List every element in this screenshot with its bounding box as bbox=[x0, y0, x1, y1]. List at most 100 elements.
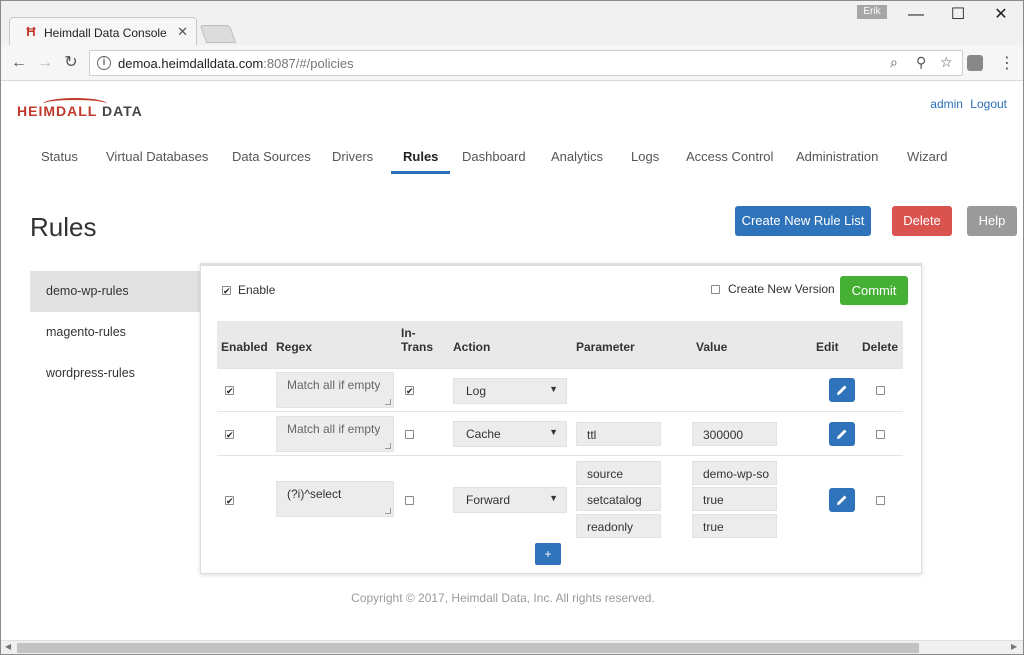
resize-grip-icon[interactable] bbox=[385, 508, 391, 514]
page-content: HEIMDALL DATA admin Logout Status Virtua… bbox=[1, 82, 1023, 640]
title-bar: Ħ Heimdall Data Console ✕ Erik — ☐ ✕ bbox=[1, 1, 1023, 47]
edit-button[interactable] bbox=[829, 488, 855, 512]
enable-label: Enable bbox=[238, 283, 276, 297]
scroll-left-icon[interactable]: ◀ bbox=[5, 642, 11, 651]
scrollbar-thumb[interactable] bbox=[17, 643, 919, 653]
action-select[interactable]: Cache ▼ bbox=[453, 421, 567, 447]
col-value: Value bbox=[696, 340, 728, 354]
help-button[interactable]: Help bbox=[967, 206, 1017, 236]
regex-value: (?i)^select bbox=[287, 487, 342, 501]
row-delete-checkbox[interactable] bbox=[876, 430, 885, 439]
tab-data-sources[interactable]: Data Sources bbox=[232, 140, 311, 174]
enable-checkbox[interactable]: ✔ bbox=[222, 286, 231, 296]
close-window-icon[interactable]: ✕ bbox=[981, 5, 1021, 25]
resize-grip-icon[interactable] bbox=[385, 399, 391, 405]
maximize-icon[interactable]: ☐ bbox=[938, 5, 978, 25]
value-input[interactable]: 300000 bbox=[692, 422, 777, 446]
action-value: Forward bbox=[466, 493, 511, 507]
browser-window: Ħ Heimdall Data Console ✕ Erik — ☐ ✕ ← →… bbox=[0, 0, 1024, 655]
pencil-icon bbox=[837, 495, 847, 505]
row-in-trans-checkbox[interactable] bbox=[405, 430, 414, 439]
tab-dashboard[interactable]: Dashboard bbox=[462, 140, 526, 174]
row-in-trans-checkbox[interactable]: ✔ bbox=[405, 386, 414, 396]
chevron-down-icon: ▼ bbox=[549, 427, 558, 437]
zoom-icon[interactable]: ⌕ bbox=[890, 54, 898, 71]
tab-analytics[interactable]: Analytics bbox=[551, 140, 603, 174]
tab-access-control[interactable]: Access Control bbox=[686, 140, 773, 174]
browser-tab[interactable]: Ħ Heimdall Data Console ✕ bbox=[9, 17, 197, 47]
col-enabled: Enabled bbox=[221, 340, 268, 354]
regex-textarea[interactable]: Match all if empty bbox=[276, 372, 394, 408]
edit-button[interactable] bbox=[829, 378, 855, 402]
row-enabled-checkbox[interactable]: ✔ bbox=[225, 430, 234, 440]
bookmark-star-icon[interactable]: ☆ bbox=[940, 54, 953, 71]
parameter-input[interactable]: readonly bbox=[576, 514, 661, 538]
value-input[interactable]: true bbox=[692, 487, 777, 511]
extension-icon[interactable] bbox=[967, 55, 983, 71]
chevron-down-icon: ▼ bbox=[549, 384, 558, 394]
parameter-input[interactable]: ttl bbox=[576, 422, 661, 446]
horizontal-scrollbar[interactable]: ◀ ▶ bbox=[1, 640, 1023, 654]
parameter-input[interactable]: source bbox=[576, 461, 661, 485]
col-delete: Delete bbox=[862, 340, 899, 354]
rules-panel: ✔ Enable Create New Version Commit Enabl… bbox=[200, 263, 922, 574]
footer-copyright: Copyright © 2017, Heimdall Data, Inc. Al… bbox=[351, 591, 655, 605]
value-input[interactable]: true bbox=[692, 514, 777, 538]
col-parameter: Parameter bbox=[576, 340, 635, 354]
tab-status[interactable]: Status bbox=[41, 140, 78, 174]
tab-rules[interactable]: Rules bbox=[391, 140, 451, 174]
new-tab-button[interactable] bbox=[199, 25, 237, 43]
create-new-version-checkbox[interactable] bbox=[711, 285, 720, 294]
col-regex: Regex bbox=[276, 340, 313, 354]
regex-placeholder: Match all if empty bbox=[287, 378, 381, 392]
back-arrow-icon[interactable]: ← bbox=[9, 53, 29, 73]
minimize-icon[interactable]: — bbox=[896, 5, 936, 25]
tab-wizard[interactable]: Wizard bbox=[907, 140, 947, 174]
heimdall-favicon-icon: Ħ bbox=[26, 24, 36, 39]
tab-administration[interactable]: Administration bbox=[796, 140, 878, 174]
tab-drivers[interactable]: Drivers bbox=[332, 140, 373, 174]
col-edit: Edit bbox=[816, 340, 839, 354]
regex-textarea[interactable]: Match all if empty bbox=[276, 416, 394, 452]
edit-button[interactable] bbox=[829, 422, 855, 446]
sidebar-item-magento-rules[interactable]: magento-rules bbox=[30, 312, 200, 353]
regex-textarea[interactable]: (?i)^select bbox=[276, 481, 394, 517]
pin-icon[interactable]: ⚲ bbox=[916, 54, 926, 71]
logout-link[interactable]: Logout bbox=[970, 97, 1007, 111]
parameter-input[interactable]: setcatalog bbox=[576, 487, 661, 511]
url-text[interactable]: demoa.heimdalldata.com:8087/#/policies bbox=[118, 56, 354, 71]
sidebar-item-wordpress-rules[interactable]: wordpress-rules bbox=[30, 353, 200, 394]
site-info-icon[interactable]: i bbox=[97, 56, 111, 70]
row-enabled-checkbox[interactable]: ✔ bbox=[225, 496, 234, 506]
regex-placeholder: Match all if empty bbox=[287, 422, 381, 436]
tab-title: Heimdall Data Console bbox=[44, 26, 167, 40]
toolbar: ← → ↻ i demoa.heimdalldata.com:8087/#/po… bbox=[1, 45, 1023, 81]
row-divider bbox=[217, 411, 903, 412]
create-rule-list-button[interactable]: Create New Rule List bbox=[735, 206, 871, 236]
tab-logs[interactable]: Logs bbox=[631, 140, 659, 174]
add-rule-button[interactable]: + bbox=[535, 543, 561, 565]
col-action: Action bbox=[453, 340, 491, 354]
heimdall-logo[interactable]: HEIMDALL DATA bbox=[17, 103, 143, 119]
tab-virtual-databases[interactable]: Virtual Databases bbox=[106, 140, 208, 174]
reload-icon[interactable]: ↻ bbox=[61, 53, 81, 73]
forward-arrow-icon[interactable]: → bbox=[35, 53, 55, 73]
resize-grip-icon[interactable] bbox=[385, 443, 391, 449]
delete-button[interactable]: Delete bbox=[892, 206, 952, 236]
sidebar-item-demo-wp-rules[interactable]: demo-wp-rules bbox=[30, 271, 200, 312]
tab-close-icon[interactable]: ✕ bbox=[177, 24, 188, 40]
profile-badge[interactable]: Erik bbox=[857, 5, 887, 19]
row-in-trans-checkbox[interactable] bbox=[405, 496, 414, 505]
commit-button[interactable]: Commit bbox=[840, 276, 908, 305]
scroll-right-icon[interactable]: ▶ bbox=[1011, 642, 1017, 651]
browser-menu-icon[interactable]: ⋮ bbox=[999, 53, 1015, 73]
row-enabled-checkbox[interactable]: ✔ bbox=[225, 386, 234, 396]
row-delete-checkbox[interactable] bbox=[876, 496, 885, 505]
value-input[interactable]: demo-wp-so bbox=[692, 461, 777, 485]
action-select[interactable]: Forward ▼ bbox=[453, 487, 567, 513]
row-delete-checkbox[interactable] bbox=[876, 386, 885, 395]
auth-links: admin Logout bbox=[926, 97, 1007, 111]
action-select[interactable]: Log ▼ bbox=[453, 378, 567, 404]
admin-link[interactable]: admin bbox=[930, 97, 963, 111]
address-bar[interactable]: i demoa.heimdalldata.com:8087/#/policies… bbox=[89, 50, 963, 76]
